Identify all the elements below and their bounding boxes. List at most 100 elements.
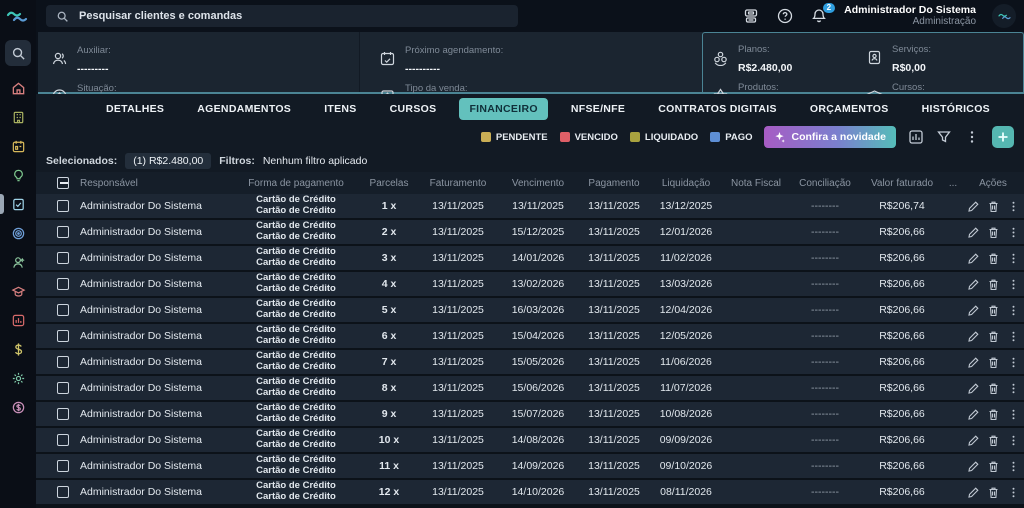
tab-contratos-digitais[interactable]: CONTRATOS DIGITAIS bbox=[648, 98, 787, 120]
edit-icon[interactable] bbox=[967, 356, 980, 369]
graduation-cap-icon[interactable] bbox=[4, 280, 32, 302]
edit-icon[interactable] bbox=[967, 382, 980, 395]
delete-icon[interactable] bbox=[987, 382, 1000, 395]
pos-device-icon[interactable] bbox=[742, 7, 760, 25]
topbar: 2 Administrador Do Sistema Administração bbox=[36, 0, 1024, 32]
delete-icon[interactable] bbox=[987, 252, 1000, 265]
row-checkbox[interactable] bbox=[57, 408, 69, 420]
row-menu-icon[interactable] bbox=[1007, 278, 1020, 291]
dollar-icon[interactable] bbox=[4, 338, 32, 360]
row-checkbox[interactable] bbox=[57, 226, 69, 238]
coin-icon[interactable] bbox=[4, 396, 32, 418]
row-checkbox[interactable] bbox=[57, 278, 69, 290]
edit-icon[interactable] bbox=[967, 486, 980, 499]
delete-icon[interactable] bbox=[987, 278, 1000, 291]
help-icon[interactable] bbox=[776, 7, 794, 25]
tab-agendamentos[interactable]: AGENDAMENTOS bbox=[187, 98, 301, 120]
row-menu-icon[interactable] bbox=[1007, 330, 1020, 343]
calendar-clipboard-icon[interactable] bbox=[4, 135, 32, 157]
liquidacao-cell: 12/04/2026 bbox=[650, 304, 722, 316]
lightbulb-icon[interactable] bbox=[4, 164, 32, 186]
avatar[interactable] bbox=[992, 4, 1016, 28]
row-menu-icon[interactable] bbox=[1007, 226, 1020, 239]
row-checkbox[interactable] bbox=[57, 382, 69, 394]
delete-icon[interactable] bbox=[987, 486, 1000, 499]
servicos-item: Serviços: R$0,00 bbox=[865, 38, 1015, 76]
delete-icon[interactable] bbox=[987, 460, 1000, 473]
row-menu-icon[interactable] bbox=[1007, 486, 1020, 499]
delete-icon[interactable] bbox=[987, 408, 1000, 421]
table-row: Administrador Do Sistema Cartão de Crédi… bbox=[36, 402, 1024, 428]
pagamento-cell: 13/11/2025 bbox=[578, 330, 650, 342]
search-input[interactable] bbox=[79, 10, 508, 22]
tab-cursos[interactable]: CURSOS bbox=[380, 98, 447, 120]
parcelas-cell: 9 x bbox=[360, 408, 418, 420]
row-menu-icon[interactable] bbox=[1007, 252, 1020, 265]
row-checkbox[interactable] bbox=[57, 252, 69, 264]
responsavel-cell: Administrador Do Sistema bbox=[80, 408, 232, 420]
tab-historicos[interactable]: HISTÓRICOS bbox=[912, 98, 1000, 120]
tab-detalhes[interactable]: DETALHES bbox=[96, 98, 174, 120]
document-check-icon[interactable] bbox=[4, 193, 32, 215]
tab-orcamentos[interactable]: ORÇAMENTOS bbox=[800, 98, 899, 120]
delete-icon[interactable] bbox=[987, 226, 1000, 239]
user-menu[interactable]: Administrador Do Sistema Administração bbox=[844, 4, 976, 28]
row-checkbox[interactable] bbox=[57, 356, 69, 368]
edit-icon[interactable] bbox=[967, 226, 980, 239]
edit-icon[interactable] bbox=[967, 330, 980, 343]
delete-icon[interactable] bbox=[987, 304, 1000, 317]
edit-icon[interactable] bbox=[967, 200, 980, 213]
global-search[interactable] bbox=[46, 5, 518, 27]
tab-financeiro[interactable]: FINANCEIRO bbox=[459, 98, 547, 120]
delete-icon[interactable] bbox=[987, 330, 1000, 343]
delete-icon[interactable] bbox=[987, 356, 1000, 369]
delete-icon[interactable] bbox=[987, 434, 1000, 447]
tab-itens[interactable]: ITENS bbox=[314, 98, 366, 120]
edit-icon[interactable] bbox=[967, 408, 980, 421]
edit-icon[interactable] bbox=[967, 434, 980, 447]
confira-novidade-button[interactable]: Confira a novidade bbox=[764, 126, 896, 148]
person-icon[interactable] bbox=[4, 251, 32, 273]
edit-icon[interactable] bbox=[967, 460, 980, 473]
table-row: Administrador Do Sistema Cartão de Crédi… bbox=[36, 350, 1024, 376]
valor-faturado-cell: R$206,66 bbox=[860, 278, 944, 290]
home-icon[interactable] bbox=[4, 77, 32, 99]
row-menu-icon[interactable] bbox=[1007, 460, 1020, 473]
planos-item: Planos: R$2.480,00 bbox=[711, 38, 861, 76]
edit-icon[interactable] bbox=[967, 304, 980, 317]
row-checkbox[interactable] bbox=[57, 460, 69, 472]
row-menu-icon[interactable] bbox=[1007, 434, 1020, 447]
responsavel-cell: Administrador Do Sistema bbox=[80, 304, 232, 316]
row-checkbox[interactable] bbox=[57, 486, 69, 498]
building-icon[interactable] bbox=[4, 106, 32, 128]
delete-icon[interactable] bbox=[987, 200, 1000, 213]
row-checkbox[interactable] bbox=[57, 304, 69, 316]
more-icon[interactable] bbox=[964, 129, 980, 145]
row-checkbox[interactable] bbox=[57, 330, 69, 342]
conciliacao-cell: -------- bbox=[790, 200, 860, 212]
row-menu-icon[interactable] bbox=[1007, 356, 1020, 369]
edit-icon[interactable] bbox=[967, 252, 980, 265]
search-icon[interactable] bbox=[5, 40, 31, 66]
tab-nfse-nfe[interactable]: NFSE/NFE bbox=[561, 98, 635, 120]
cursos-label: Cursos: bbox=[892, 82, 925, 93]
faturamento-cell: 13/11/2025 bbox=[418, 486, 498, 498]
add-button[interactable] bbox=[992, 126, 1014, 148]
row-checkbox[interactable] bbox=[57, 200, 69, 212]
bell-icon[interactable]: 2 bbox=[810, 7, 828, 25]
row-menu-icon[interactable] bbox=[1007, 382, 1020, 395]
row-menu-icon[interactable] bbox=[1007, 200, 1020, 213]
filter-icon[interactable] bbox=[936, 129, 952, 145]
vencimento-cell: 13/11/2025 bbox=[498, 200, 578, 212]
target-icon[interactable] bbox=[4, 222, 32, 244]
select-all-checkbox[interactable] bbox=[57, 177, 69, 189]
row-checkbox[interactable] bbox=[57, 434, 69, 446]
row-menu-icon[interactable] bbox=[1007, 408, 1020, 421]
forma-pagamento-cell: Cartão de Crédito Cartão de Crédito bbox=[232, 299, 360, 321]
bar-chart-icon[interactable] bbox=[4, 309, 32, 331]
row-menu-icon[interactable] bbox=[1007, 304, 1020, 317]
edit-icon[interactable] bbox=[967, 278, 980, 291]
gear-icon[interactable] bbox=[4, 367, 32, 389]
conciliacao-cell: -------- bbox=[790, 460, 860, 472]
chart-icon[interactable] bbox=[908, 129, 924, 145]
